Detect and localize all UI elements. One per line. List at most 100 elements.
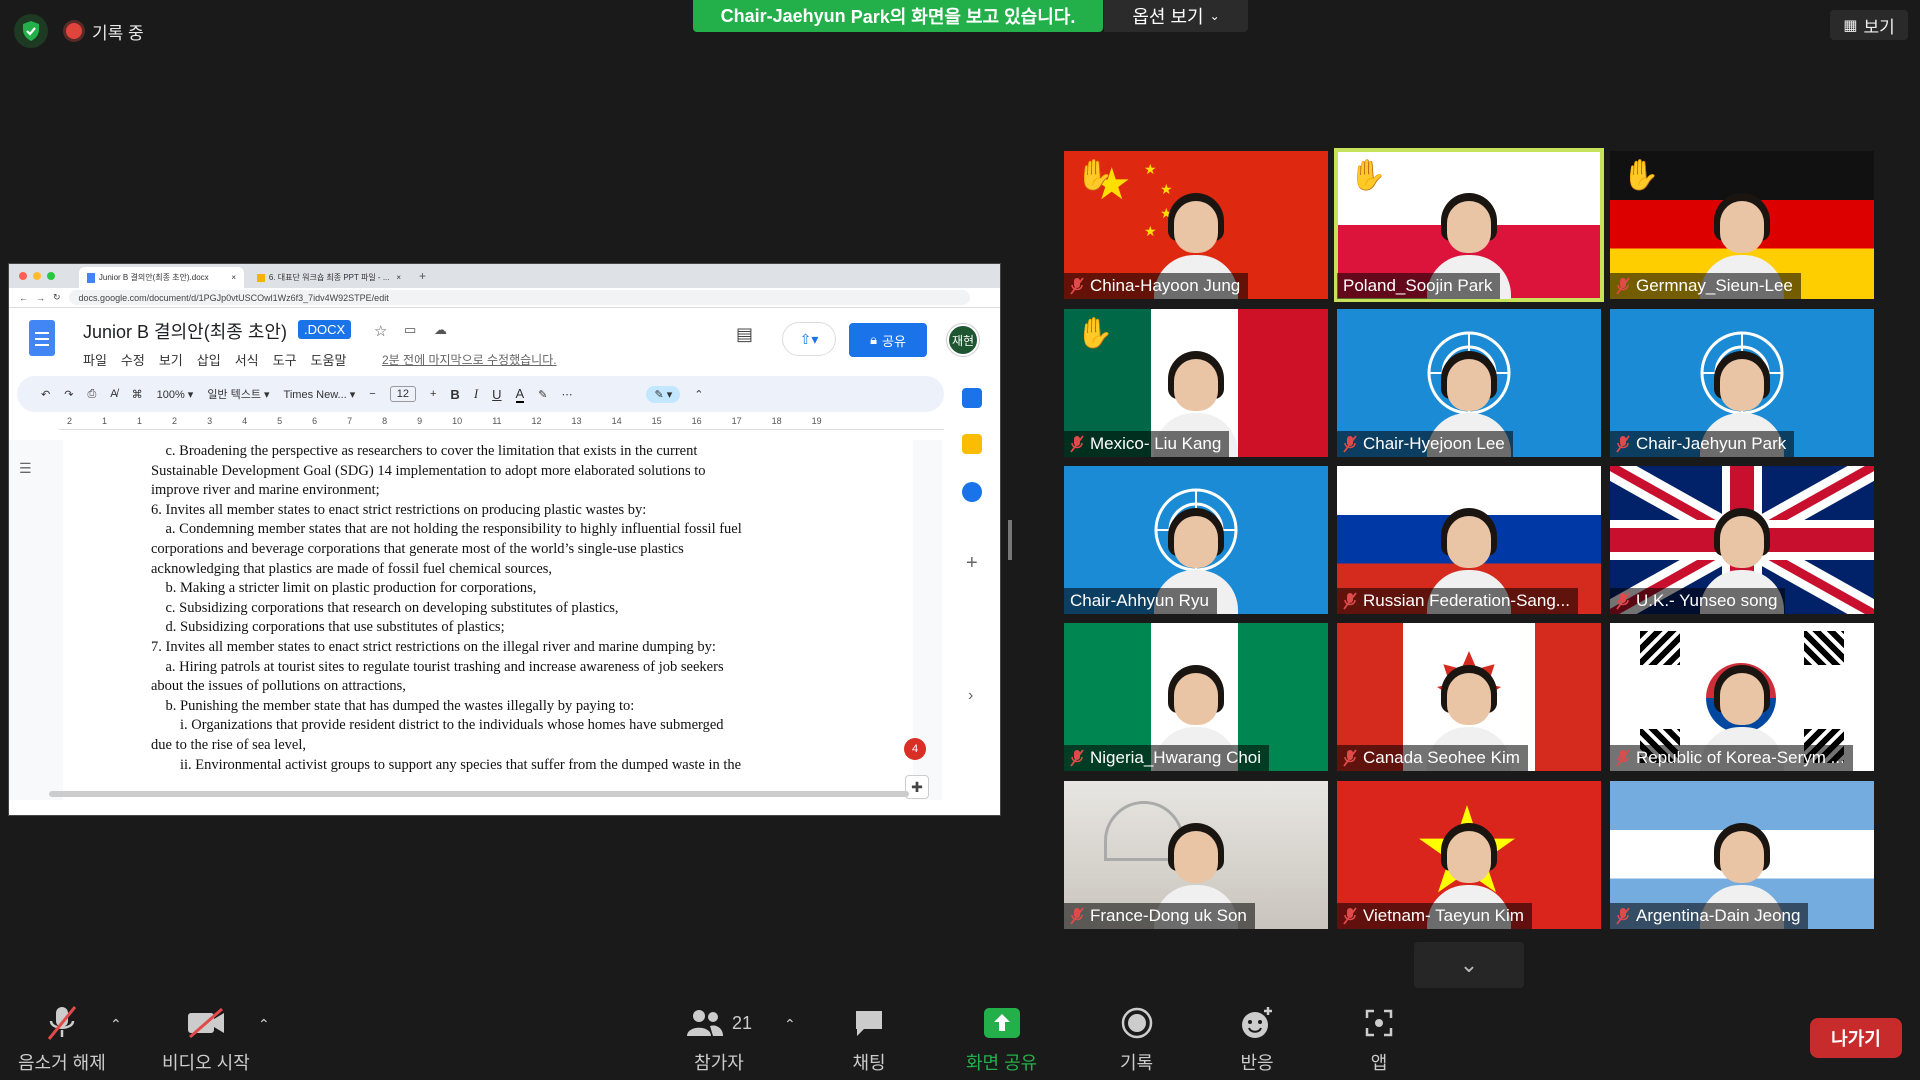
participant-tile[interactable]: Chair-Hyejoon Lee bbox=[1337, 309, 1601, 457]
tasks-icon[interactable] bbox=[962, 482, 982, 502]
text-color-icon[interactable]: A bbox=[515, 386, 525, 403]
redo-icon[interactable]: ↷ bbox=[64, 388, 73, 401]
apps-button[interactable]: 앱 bbox=[1364, 1005, 1394, 1075]
present-meet-button[interactable]: ⇧▾ bbox=[782, 322, 836, 356]
print-icon[interactable]: ⎙ bbox=[87, 388, 96, 401]
outline-icon[interactable]: ☰ bbox=[19, 460, 32, 477]
grid-icon: ▦ bbox=[1843, 17, 1858, 34]
font-size-field[interactable]: 12 bbox=[389, 386, 416, 402]
next-page-button[interactable]: ⌄ bbox=[1414, 942, 1524, 988]
style-select[interactable]: 일반 텍스트 ▾ bbox=[207, 386, 269, 402]
browser-tab-docs[interactable]: Junior B 결의안(최종 초안).docx × bbox=[79, 267, 244, 288]
participant-tile[interactable]: ✋ Mexico- Liu Kang bbox=[1064, 309, 1328, 457]
participant-tile[interactable]: ✋ Poland_Soojin Park bbox=[1334, 148, 1604, 302]
recording-indicator[interactable]: 기록 중 bbox=[66, 16, 144, 46]
bold-icon[interactable]: B bbox=[450, 387, 459, 402]
undo-icon[interactable]: ↶ bbox=[41, 388, 50, 401]
close-window-icon[interactable] bbox=[19, 272, 27, 280]
participant-tile[interactable]: Argentina-Dain Jeong bbox=[1610, 781, 1874, 929]
participant-tile[interactable]: ★ ★ ★ ★ ★ ✋ China-Hayoon Jung bbox=[1064, 151, 1328, 299]
start-video-button[interactable]: 비디오 시작 bbox=[162, 1005, 250, 1075]
participant-name-tag: Canada Seohee Kim bbox=[1337, 745, 1528, 771]
font-size-increase-icon[interactable]: + bbox=[430, 388, 436, 400]
close-tab-icon[interactable]: × bbox=[396, 273, 401, 282]
keep-icon[interactable] bbox=[962, 434, 982, 454]
comment-count-badge[interactable]: 4 bbox=[904, 738, 926, 760]
add-addon-icon[interactable]: + bbox=[966, 552, 978, 575]
collapse-toolbar-icon[interactable]: ⌃ bbox=[694, 388, 703, 401]
participant-tile[interactable]: Chair-Jaehyun Park bbox=[1610, 309, 1874, 457]
menu-help[interactable]: 도움말 bbox=[311, 350, 347, 369]
underline-icon[interactable]: U bbox=[492, 387, 501, 402]
browser-tab-ppt[interactable]: 6. 대표단 워크숍 최종 PPT 파일 - ... × bbox=[249, 267, 409, 288]
document-canvas[interactable]: ☰ c. Broadening the perspective as resea… bbox=[9, 440, 942, 800]
doc-line: b. Making a stricter limit on plastic pr… bbox=[151, 580, 537, 597]
menu-edit[interactable]: 수정 bbox=[121, 350, 145, 369]
leave-meeting-button[interactable]: 나가기 bbox=[1810, 1018, 1902, 1058]
doc-share-button[interactable]: 🔒︎ 공유 bbox=[849, 323, 927, 357]
participant-name: U.K.- Yunseo song bbox=[1636, 591, 1778, 610]
participants-button[interactable]: 21 참가자 bbox=[686, 1005, 752, 1075]
menu-file[interactable]: 파일 bbox=[83, 350, 107, 369]
italic-icon[interactable]: I bbox=[474, 386, 478, 402]
menu-tools[interactable]: 도구 bbox=[273, 350, 297, 369]
forward-icon[interactable]: → bbox=[36, 293, 45, 303]
unmute-button[interactable]: 음소거 해제 bbox=[18, 1005, 106, 1075]
menu-format[interactable]: 서식 bbox=[235, 350, 259, 369]
minimize-window-icon[interactable] bbox=[33, 272, 41, 280]
participant-tile[interactable]: Nigeria_Hwarang Choi bbox=[1064, 623, 1328, 771]
chat-button[interactable]: 채팅 bbox=[852, 1005, 886, 1075]
participant-tile[interactable]: ✋ Germnay_Sieun-Lee bbox=[1610, 151, 1874, 299]
spellcheck-icon[interactable]: A̸ bbox=[110, 388, 117, 400]
menu-view[interactable]: 보기 bbox=[159, 350, 183, 369]
editing-mode-icon[interactable]: ✎ ▾ bbox=[646, 385, 681, 403]
view-options-button[interactable]: 옵션 보기 ⌄ bbox=[1104, 0, 1248, 32]
docs-favicon-icon bbox=[87, 272, 95, 283]
back-icon[interactable]: ← bbox=[19, 293, 28, 303]
expand-panel-icon[interactable]: › bbox=[968, 687, 973, 705]
resize-handle[interactable] bbox=[1008, 520, 1012, 560]
zoom-select[interactable]: 100% ▾ bbox=[157, 388, 194, 401]
calendar-icon[interactable] bbox=[962, 388, 982, 408]
move-folder-icon[interactable]: ▭ bbox=[404, 322, 416, 338]
document-page[interactable]: c. Broadening the perspective as researc… bbox=[63, 440, 913, 800]
docs-logo-icon[interactable] bbox=[29, 320, 55, 356]
menu-insert[interactable]: 삽입 bbox=[197, 350, 221, 369]
font-value: Times New... bbox=[283, 388, 347, 401]
new-tab-icon[interactable]: + bbox=[419, 269, 426, 283]
participant-tile[interactable]: Chair-Ahhyun Ryu bbox=[1064, 466, 1328, 614]
participant-tile[interactable]: France-Dong uk Son bbox=[1064, 781, 1328, 929]
horizontal-scrollbar[interactable] bbox=[49, 791, 909, 797]
participant-tile[interactable]: Republic of Korea-Serym ... bbox=[1610, 623, 1874, 771]
participant-tile[interactable]: Russian Federation-Sang... bbox=[1337, 466, 1601, 614]
url-field[interactable]: docs.google.com/document/d/1PGJp0vtUSCOw… bbox=[68, 290, 970, 305]
record-button[interactable]: 기록 bbox=[1120, 1005, 1153, 1075]
video-options-caret-icon[interactable]: ⌃ bbox=[258, 1016, 270, 1033]
font-select[interactable]: Times New... ▾ bbox=[284, 388, 356, 401]
audio-options-caret-icon[interactable]: ⌃ bbox=[110, 1016, 122, 1033]
doc-line: ii. Environmental activist groups to sup… bbox=[151, 756, 742, 773]
participant-tile[interactable]: Vietnam- Taeyun Kim bbox=[1337, 781, 1601, 929]
close-tab-icon[interactable]: × bbox=[231, 273, 236, 282]
view-button[interactable]: ▦ 보기 bbox=[1830, 10, 1908, 40]
doc-title[interactable]: Junior B 결의안(최종 초안) bbox=[83, 318, 287, 344]
avatar[interactable]: 재현 bbox=[947, 324, 979, 356]
maximize-window-icon[interactable] bbox=[47, 272, 55, 280]
more-icon[interactable]: ⋯ bbox=[561, 388, 572, 401]
share-screen-button[interactable]: 화면 공유 bbox=[966, 1005, 1037, 1075]
last-edit-link[interactable]: 2분 전에 마지막으로 수정했습니다. bbox=[382, 351, 557, 368]
participant-tile[interactable]: U.K.- Yunseo song bbox=[1610, 466, 1874, 614]
comment-history-icon[interactable]: ▤ bbox=[736, 324, 753, 345]
paint-format-icon[interactable]: ⌘ bbox=[132, 388, 143, 401]
reactions-button[interactable]: 반응 bbox=[1240, 1005, 1274, 1075]
font-size-decrease-icon[interactable]: − bbox=[369, 388, 375, 400]
participant-name-tag: Chair-Ahhyun Ryu bbox=[1064, 588, 1217, 614]
participants-caret-icon[interactable]: ⌃ bbox=[784, 1016, 796, 1033]
participant-tile[interactable]: Canada Seohee Kim bbox=[1337, 623, 1601, 771]
security-shield-icon[interactable] bbox=[14, 14, 48, 48]
star-icon[interactable]: ☆ bbox=[374, 322, 387, 340]
reload-icon[interactable]: ↻ bbox=[53, 292, 61, 303]
present-icon: ⇧▾ bbox=[799, 330, 819, 347]
mic-muted-icon bbox=[1343, 592, 1357, 610]
highlight-icon[interactable]: ✎ bbox=[538, 388, 547, 401]
